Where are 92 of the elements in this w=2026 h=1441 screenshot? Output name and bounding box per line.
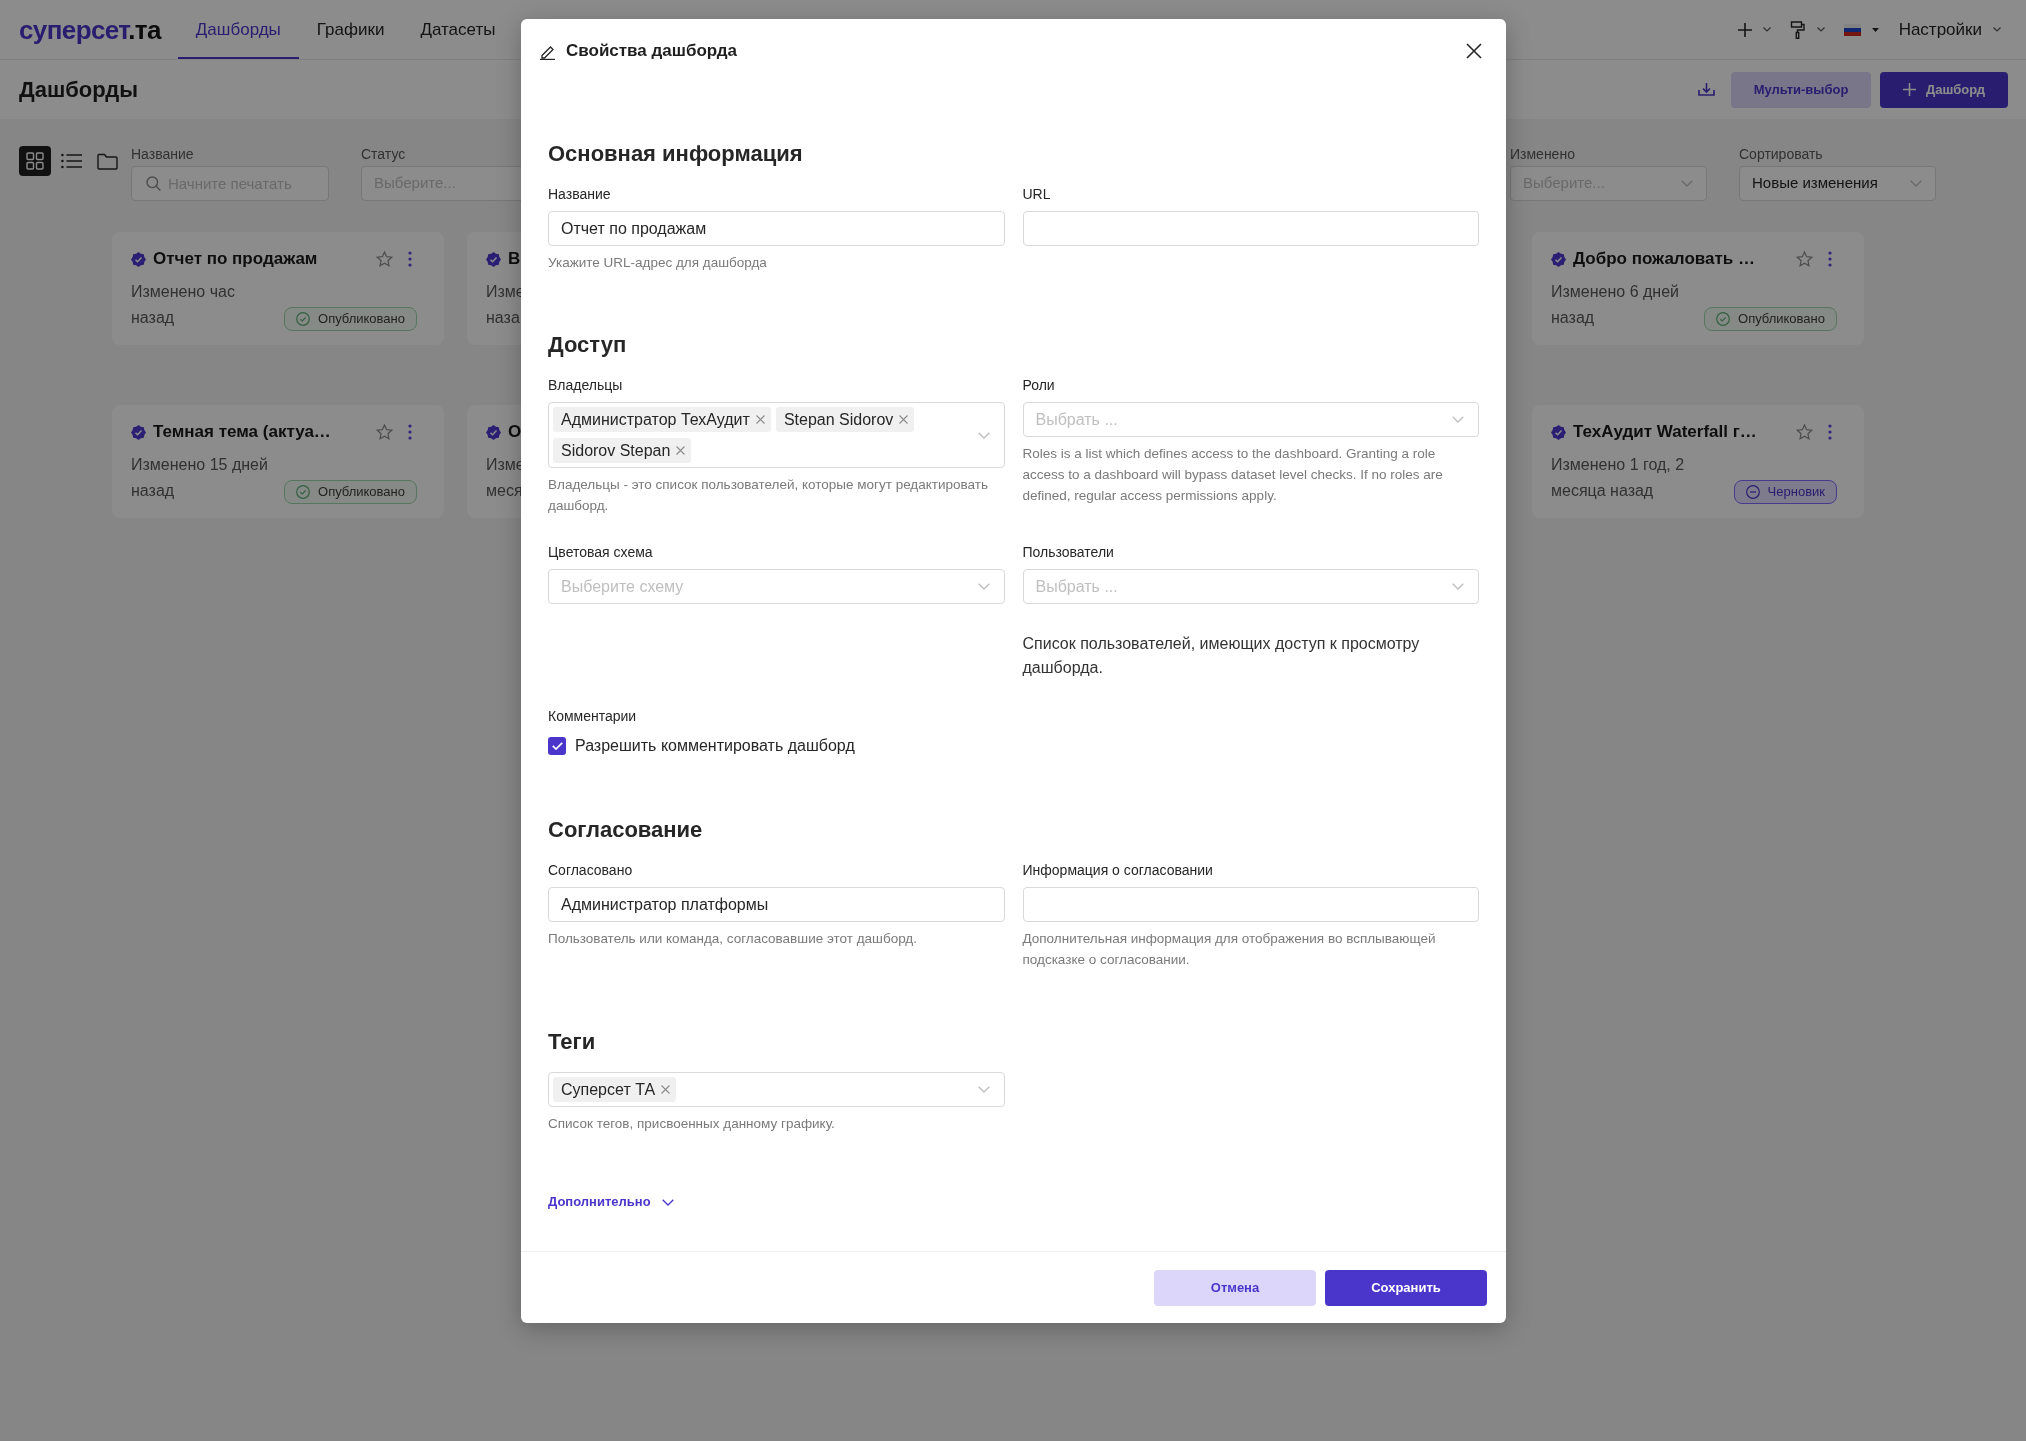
chevron-down-icon[interactable] [1816, 27, 1825, 32]
section-heading: Теги [548, 1028, 596, 1056]
modified-text: Изменено 15 дней назад [131, 455, 268, 501]
text-input[interactable]: Отчет по продажам [548, 211, 1005, 246]
filter-select[interactable]: Новые изменения [1739, 166, 1936, 201]
text-input[interactable] [1022, 211, 1479, 246]
field-label: Информация о согласовании [1022, 861, 1213, 880]
more-icon[interactable] [1828, 251, 1832, 267]
logo[interactable]: суперсет.та [19, 15, 161, 44]
search-icon [146, 176, 161, 191]
field-label: URL [1022, 185, 1051, 204]
settings-menu[interactable]: Настройки [1898, 16, 2001, 43]
advanced-toggle[interactable]: Дополнительно [548, 1192, 674, 1212]
help-text: Пользователь или команда, согласовавшие этот дашборд. [548, 930, 917, 948]
card-title[interactable]: ТехАудит Waterfall г… [1573, 420, 1757, 444]
folder-icon [96, 152, 118, 170]
card-title[interactable]: В [508, 247, 521, 271]
filter-label: Статус [361, 145, 406, 164]
checkbox[interactable] [548, 737, 566, 755]
more-icon[interactable] [408, 424, 412, 440]
tag-label: Sidorov Stepan [561, 440, 671, 461]
help-text: Укажите URL-адрес для дашборда [548, 254, 767, 272]
modified-text: Изменено 6 дней назад [1551, 282, 1679, 328]
paint-roller-icon[interactable] [1789, 20, 1805, 39]
help-text: Roles is a list which defines access to the dashboard. Granting a role access to a dashboard will bypass dataset level checks. If no roles are defined, regular access permissions apply. [1022, 445, 1444, 505]
status-label: Опубликовано [318, 484, 405, 500]
check-circle-icon [296, 485, 310, 499]
check-circle-icon [1716, 312, 1730, 326]
minus-circle-icon [1745, 485, 1760, 499]
help-text: Владельцы - это список пользователей, которые могут редактировать дашборд. [548, 476, 989, 515]
help-text: Список пользователей, имеющих доступ к просмотру дашборда. [1022, 634, 1421, 678]
dashboard-card[interactable]: ТехАудит Waterfall г… Изменено 1 год, 2 месяца назад Черновик [1532, 405, 1864, 518]
filter-label: Сортировать [1739, 145, 1823, 164]
check-icon [551, 742, 563, 750]
dashboard-card[interactable]: Темная тема (актуа… Изменено 15 дней назад Опубликовано [112, 405, 444, 518]
filter-label: Название [131, 145, 194, 164]
more-icon[interactable] [408, 251, 412, 267]
view-toggle[interactable] [19, 146, 51, 176]
chevron-down-icon[interactable] [1762, 27, 1771, 32]
list-icon [60, 153, 82, 169]
nav-tab[interactable]: Графики [298, 0, 403, 59]
plus-icon[interactable] [1737, 22, 1752, 37]
section-heading: Основная информация [548, 140, 803, 168]
section-heading: Согласование [548, 816, 703, 844]
grid-icon [26, 152, 44, 170]
dashboard-card[interactable]: Отчет по продажам Изменено час назад Опубликовано [112, 232, 444, 345]
page-title: Дашборды [19, 75, 138, 104]
card-title[interactable]: Темная тема (актуа… [153, 420, 331, 444]
dialog-title: Свойства дашборда [566, 40, 738, 62]
dashboard-card[interactable]: Добро пожаловать … Изменено 6 дней назад Опубликовано [1532, 232, 1864, 345]
nav-tab[interactable]: Датасеты [402, 0, 514, 59]
card-title[interactable]: О [508, 420, 522, 444]
field-label: Цветовая схема [548, 543, 653, 562]
plus-icon [1902, 83, 1916, 96]
status-label: Опубликовано [318, 311, 405, 327]
caret-down-icon[interactable] [1871, 27, 1879, 32]
field-label: Владельцы [548, 376, 623, 395]
download-icon[interactable] [1698, 83, 1715, 96]
tag-label: Администратор ТехАудит [561, 409, 750, 430]
card-title[interactable]: Отчет по продажам [153, 247, 318, 271]
star-icon[interactable] [376, 250, 393, 268]
modified-text: Изменено 1 год, 2 месяца назад [1551, 455, 1685, 501]
save-button[interactable]: Сохранить [1325, 1269, 1487, 1306]
more-icon[interactable] [1828, 424, 1832, 440]
field-label: Согласовано [548, 861, 633, 880]
chevron-down-icon[interactable] [1993, 27, 2001, 32]
filter-label: Изменено [1510, 145, 1575, 164]
modified-text: Изменено час назад [131, 282, 235, 328]
card-title[interactable]: Добро пожаловать … [1573, 247, 1755, 271]
multi-select-button[interactable]: Мульти-выбор [1731, 71, 1871, 108]
chevron-down-icon[interactable] [661, 1198, 674, 1206]
section-heading: Доступ [548, 331, 627, 359]
tag-label: Суперсет ТА [561, 1079, 656, 1100]
star-icon[interactable] [1796, 250, 1813, 268]
cancel-button[interactable]: Отмена [1154, 1269, 1316, 1306]
status-label: Черновик [1767, 484, 1825, 500]
status-label: Опубликовано [1738, 311, 1825, 327]
text-input[interactable] [1022, 887, 1479, 922]
create-button[interactable]: Дашборд [1880, 71, 2008, 108]
field-label: Комментарии [548, 707, 637, 726]
star-icon[interactable] [376, 423, 393, 441]
text-input[interactable]: Администратор платформы [548, 887, 1005, 922]
check-circle-icon [296, 312, 310, 326]
field-label: Пользователи [1022, 543, 1114, 562]
checkbox-label: Разрешить комментировать дашборд [575, 736, 855, 756]
flag-icon[interactable] [1843, 23, 1861, 36]
help-text: Список тегов, присвоенных данному графику. [548, 1115, 835, 1133]
close-icon[interactable] [1466, 43, 1482, 59]
tag-label: Stepan Sidorov [783, 409, 894, 430]
star-icon[interactable] [1796, 423, 1813, 441]
field-label: Роли [1022, 376, 1055, 395]
help-text: Дополнительная информация для отображения во всплывающей подсказке о согласовании. [1022, 930, 1437, 969]
